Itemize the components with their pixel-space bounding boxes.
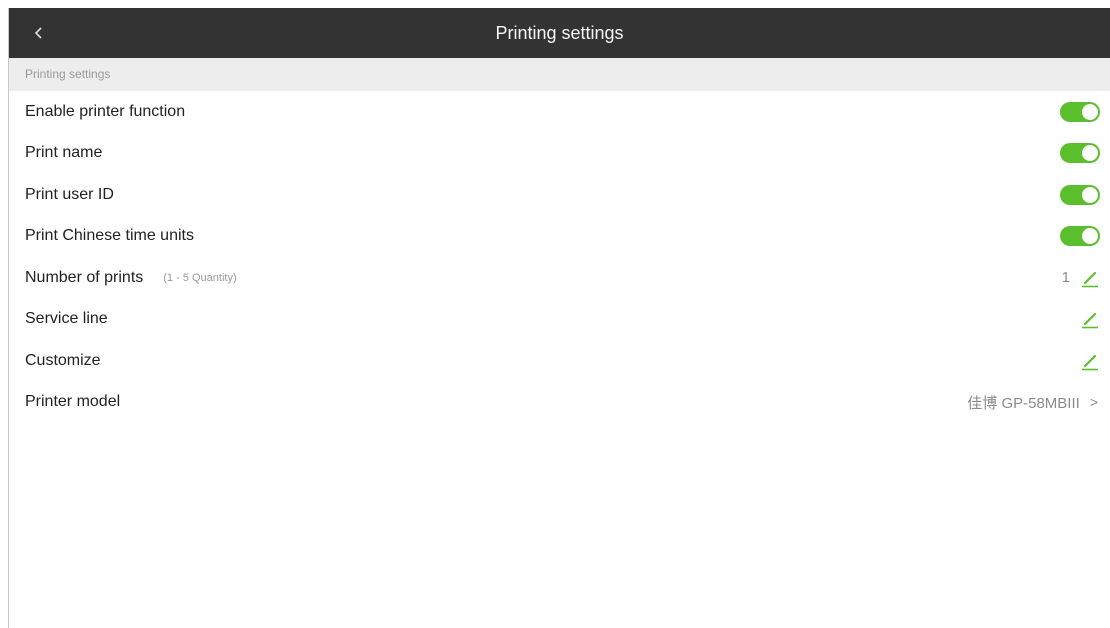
edit-pencil-icon[interactable] bbox=[1080, 351, 1100, 371]
setting-row-print-chinese-time[interactable]: Print Chinese time units bbox=[9, 216, 1110, 258]
setting-hint: (1 - 5 Quantity) bbox=[163, 271, 237, 284]
setting-row-customize[interactable]: Customize bbox=[9, 340, 1110, 382]
setting-label: Service line bbox=[25, 310, 108, 328]
setting-row-print-name[interactable]: Print name bbox=[9, 133, 1110, 175]
chevron-right-icon: > bbox=[1089, 394, 1098, 411]
setting-row-service-line[interactable]: Service line bbox=[9, 299, 1110, 341]
setting-label: Print user ID bbox=[25, 185, 114, 203]
edit-pencil-icon[interactable] bbox=[1080, 268, 1100, 288]
setting-label: Print name bbox=[25, 144, 103, 162]
print-chinese-time-toggle[interactable] bbox=[1060, 226, 1100, 247]
setting-label: Enable printer function bbox=[25, 102, 186, 120]
page-title: Printing settings bbox=[495, 23, 624, 43]
top-app-bar: Printing settings bbox=[9, 8, 1110, 58]
enable-printer-toggle[interactable] bbox=[1060, 101, 1100, 122]
setting-row-enable-printer[interactable]: Enable printer function bbox=[9, 91, 1110, 133]
settings-list: Enable printer function Print name Print… bbox=[9, 91, 1110, 423]
printer-model-value: 佳博 GP-58MBIII bbox=[967, 394, 1080, 412]
number-of-prints-value: 1 bbox=[1061, 269, 1070, 287]
print-name-toggle[interactable] bbox=[1060, 143, 1100, 164]
setting-label: Print Chinese time units bbox=[25, 227, 194, 245]
setting-row-printer-model[interactable]: Printer model 佳博 GP-58MBIII > bbox=[9, 382, 1110, 424]
setting-row-print-user-id[interactable]: Print user ID bbox=[9, 174, 1110, 216]
setting-label: Number of prints bbox=[25, 268, 144, 286]
setting-label: Printer model bbox=[25, 393, 121, 411]
printing-settings-screen: Printing settings Printing settings Enab… bbox=[8, 8, 1110, 628]
setting-label: Customize bbox=[25, 351, 101, 369]
edit-pencil-icon[interactable] bbox=[1080, 309, 1100, 329]
section-header: Printing settings bbox=[9, 58, 1110, 91]
setting-row-number-of-prints[interactable]: Number of prints (1 - 5 Quantity) 1 bbox=[9, 257, 1110, 299]
print-user-id-toggle[interactable] bbox=[1060, 184, 1100, 205]
